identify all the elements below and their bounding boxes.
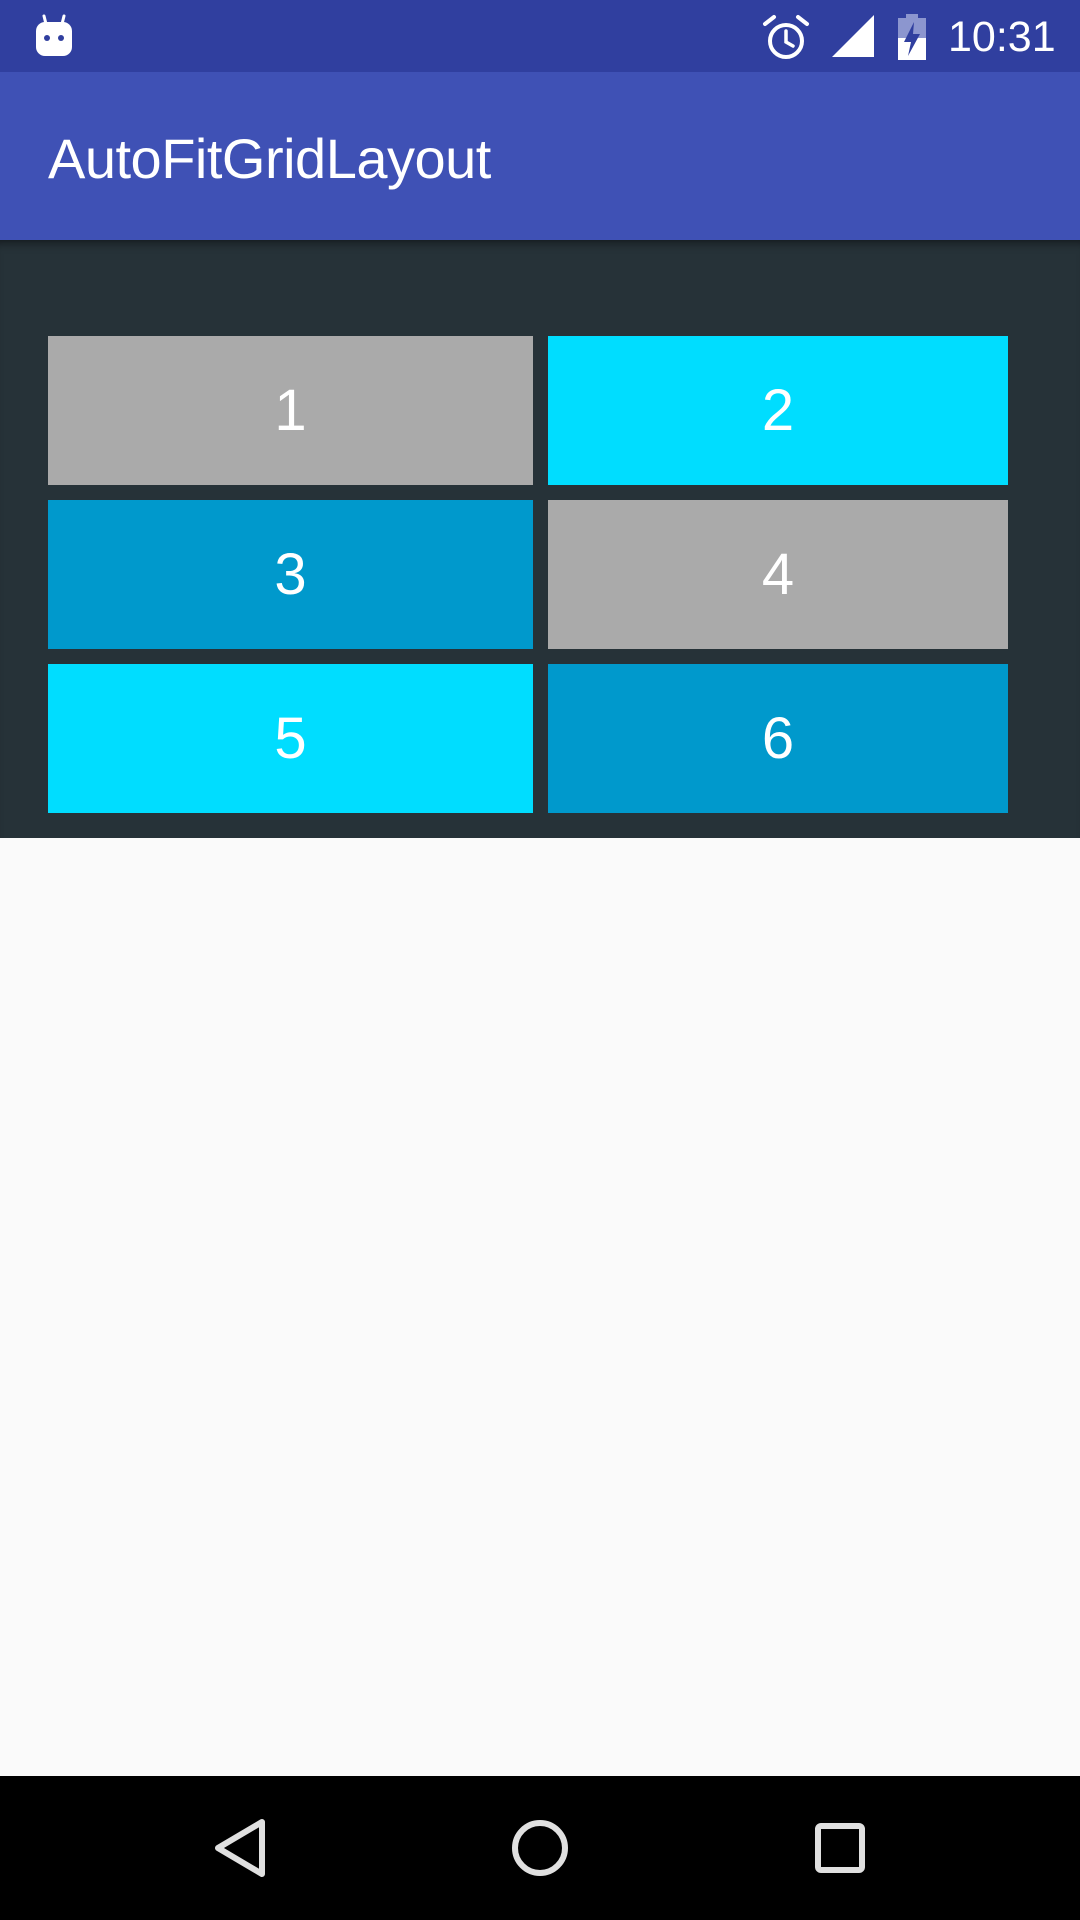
grid-tile-1[interactable]: 1 — [48, 336, 533, 485]
cell-signal-icon — [830, 15, 874, 57]
alarm-icon — [762, 14, 810, 62]
battery-charging-icon — [896, 14, 928, 60]
app-bar: AutoFitGridLayout — [0, 72, 1080, 240]
back-icon[interactable] — [194, 1802, 286, 1894]
grid-tile-2[interactable]: 2 — [548, 336, 1008, 485]
status-bar: 10:31 — [0, 0, 1080, 72]
grid-tile-6[interactable]: 6 — [548, 664, 1008, 813]
navigation-bar — [0, 1776, 1080, 1920]
grid-tile-3[interactable]: 3 — [48, 500, 533, 649]
auto-fit-grid: 1 2 3 4 5 6 — [48, 336, 1008, 813]
recents-icon[interactable] — [794, 1802, 886, 1894]
screen: 10:31 AutoFitGridLayout 1 2 3 4 5 6 — [0, 0, 1080, 1920]
grid-tile-5[interactable]: 5 — [48, 664, 533, 813]
auto-fit-grid-container: 1 2 3 4 5 6 — [0, 240, 1080, 838]
android-notification-icon — [34, 14, 74, 58]
grid-tile-4[interactable]: 4 — [548, 500, 1008, 649]
home-icon[interactable] — [494, 1802, 586, 1894]
app-title: AutoFitGridLayout — [48, 127, 491, 190]
status-time: 10:31 — [948, 13, 1056, 61]
